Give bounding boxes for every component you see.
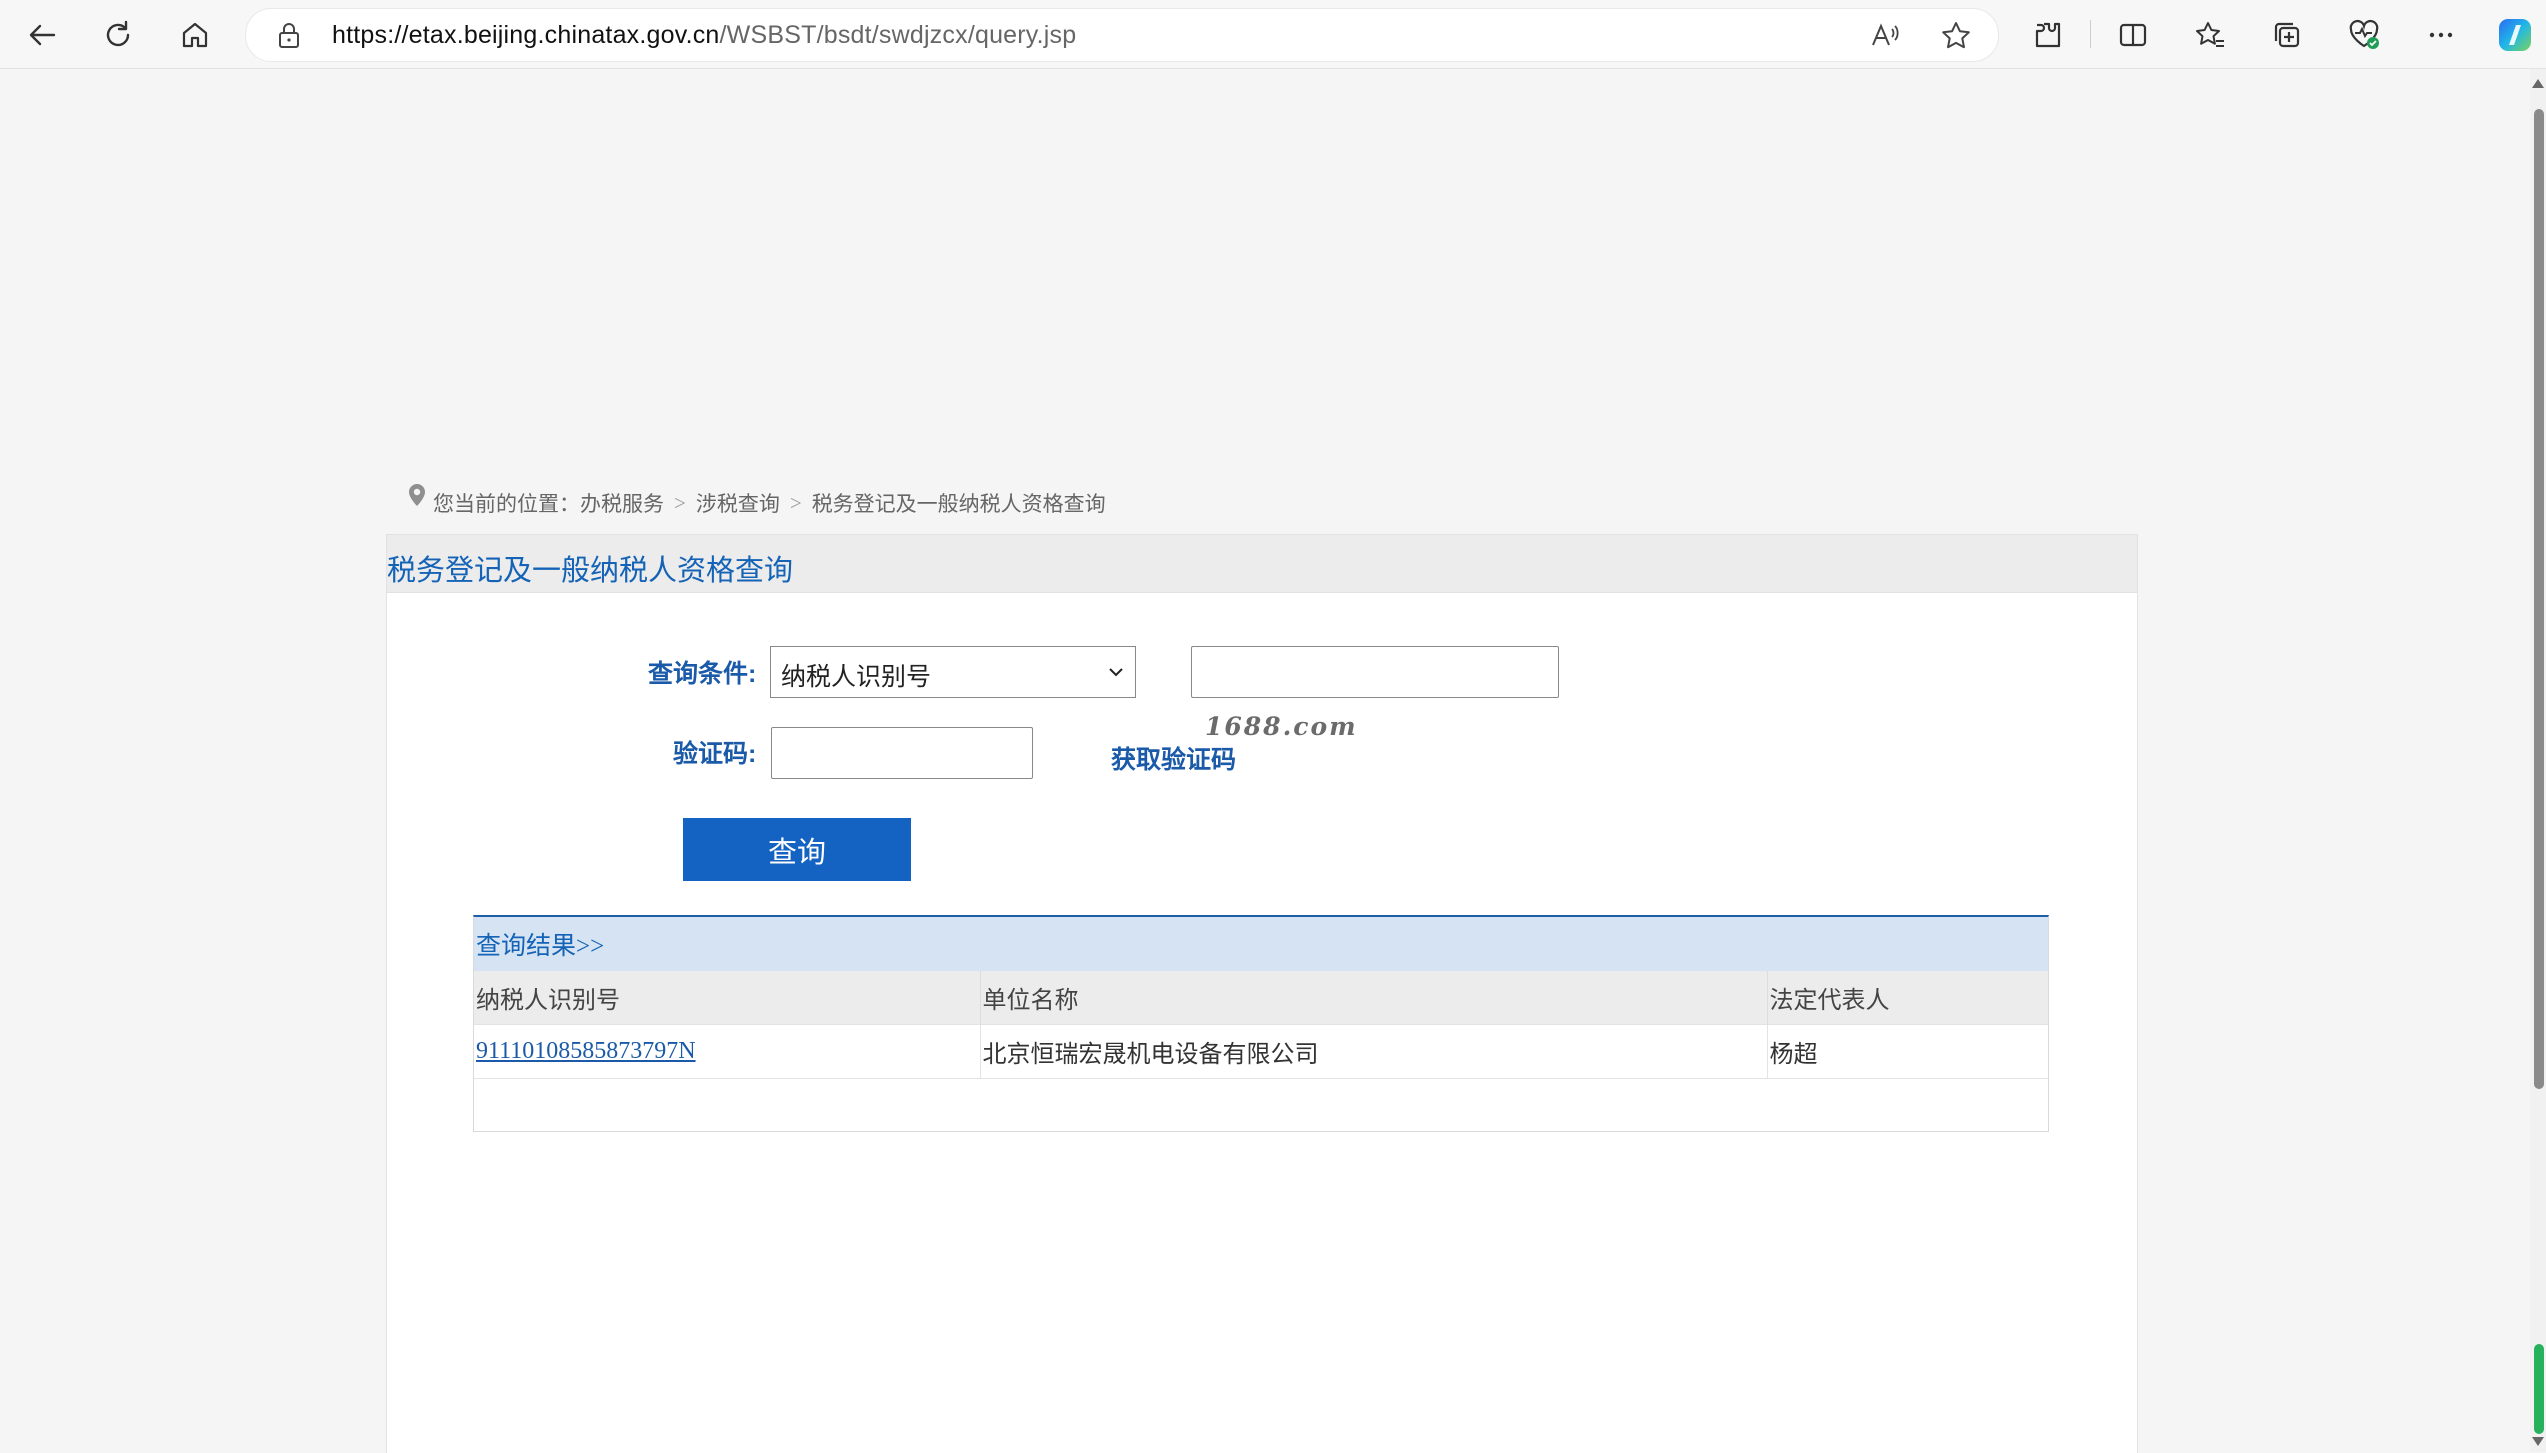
location-pin-icon <box>409 484 425 506</box>
collections-icon[interactable] <box>2264 12 2310 58</box>
condition-label: 查询条件: <box>648 660 757 688</box>
get-captcha-link[interactable]: 获取验证码 <box>1111 740 1236 776</box>
toolbar-separator <box>2090 20 2091 48</box>
cell-legal-rep: 杨超 <box>1767 1024 2048 1079</box>
favorites-icon[interactable] <box>2187 12 2233 58</box>
column-header-legal-rep: 法定代表人 <box>1767 971 2048 1025</box>
column-header-company: 单位名称 <box>980 971 1768 1025</box>
page-title: 税务登记及一般纳税人资格查询 <box>387 555 794 587</box>
tax-id-link[interactable]: 91110108585873797N <box>476 1038 696 1064</box>
breadcrumb-chevron-icon: > <box>674 490 686 515</box>
address-bar[interactable]: https://etax.beijing.chinatax.gov.cn/WSB… <box>245 8 1999 62</box>
results-table: 纳税人识别号 单位名称 法定代表人 91110108585873797N 北京恒… <box>474 971 2048 1131</box>
breadcrumb-chevron-icon: > <box>789 490 802 515</box>
breadcrumb-item-service[interactable]: 办税服务 <box>580 488 664 518</box>
scroll-down-arrow[interactable] <box>2532 1437 2544 1446</box>
back-icon[interactable] <box>19 12 65 58</box>
vertical-scrollbar[interactable] <box>2530 69 2546 1452</box>
scrollbar-thumb[interactable] <box>2534 109 2544 1089</box>
results-section: 查询结果>> 纳税人识别号 单位名称 法定代表人 911101085858737… <box>473 915 2049 1132</box>
query-button[interactable]: 查询 <box>683 818 911 881</box>
url-text[interactable]: https://etax.beijing.chinatax.gov.cn/WSB… <box>332 21 1076 50</box>
table-row-empty <box>474 1078 2048 1131</box>
url-host: https://etax.beijing.chinatax.gov.cn <box>332 21 720 49</box>
cell-company: 北京恒瑞宏晟机电设备有限公司 <box>980 1024 1768 1079</box>
captcha-input[interactable] <box>771 727 1033 779</box>
cell-tax-id: 91110108585873797N <box>474 1024 981 1079</box>
scroll-up-arrow[interactable] <box>2532 79 2544 88</box>
browser-toolbar: https://etax.beijing.chinatax.gov.cn/WSB… <box>0 0 2546 69</box>
refresh-icon[interactable] <box>95 12 141 58</box>
browser-essentials-icon[interactable] <box>2341 12 2387 58</box>
results-header: 查询结果>> <box>474 917 2048 971</box>
chevron-down-icon <box>1109 668 1123 677</box>
breadcrumb: 您当前的位置： 办税服务 > 涉税查询 > 税务登记及一般纳税人资格查询 <box>405 484 1106 518</box>
table-header-row: 纳税人识别号 单位名称 法定代表人 <box>474 971 2048 1025</box>
breadcrumb-item-current: 税务登记及一般纳税人资格查询 <box>811 492 1106 516</box>
table-row: 91110108585873797N 北京恒瑞宏晟机电设备有限公司 杨超 <box>474 1024 2048 1079</box>
lock-icon[interactable] <box>276 21 302 49</box>
condition-selected-value: 纳税人识别号 <box>781 663 932 691</box>
copilot-icon[interactable] <box>2492 12 2538 58</box>
read-aloud-icon[interactable] <box>1868 19 1902 53</box>
home-icon[interactable] <box>172 12 218 58</box>
scrollbar-marker <box>2534 1344 2544 1434</box>
captcha-label: 验证码: <box>673 740 757 768</box>
captcha-image[interactable]: 1688.com <box>1205 712 1358 741</box>
split-screen-icon[interactable] <box>2110 12 2156 58</box>
url-path: /WSBST/bsdt/swdjzcx/query.jsp <box>719 21 1077 49</box>
panel-header: 税务登记及一般纳税人资格查询 <box>387 535 2137 593</box>
condition-select[interactable]: 纳税人识别号 <box>770 646 1136 698</box>
favorite-star-icon[interactable] <box>1939 19 1973 53</box>
breadcrumb-item-tax-query[interactable]: 涉税查询 <box>696 488 780 518</box>
condition-value-input[interactable] <box>1191 646 1559 698</box>
breadcrumb-prefix: 您当前的位置： <box>433 492 580 516</box>
extensions-icon[interactable] <box>2025 12 2071 58</box>
column-header-tax-id: 纳税人识别号 <box>474 971 981 1025</box>
more-icon[interactable] <box>2418 12 2464 58</box>
empty-cell <box>474 1078 2048 1131</box>
